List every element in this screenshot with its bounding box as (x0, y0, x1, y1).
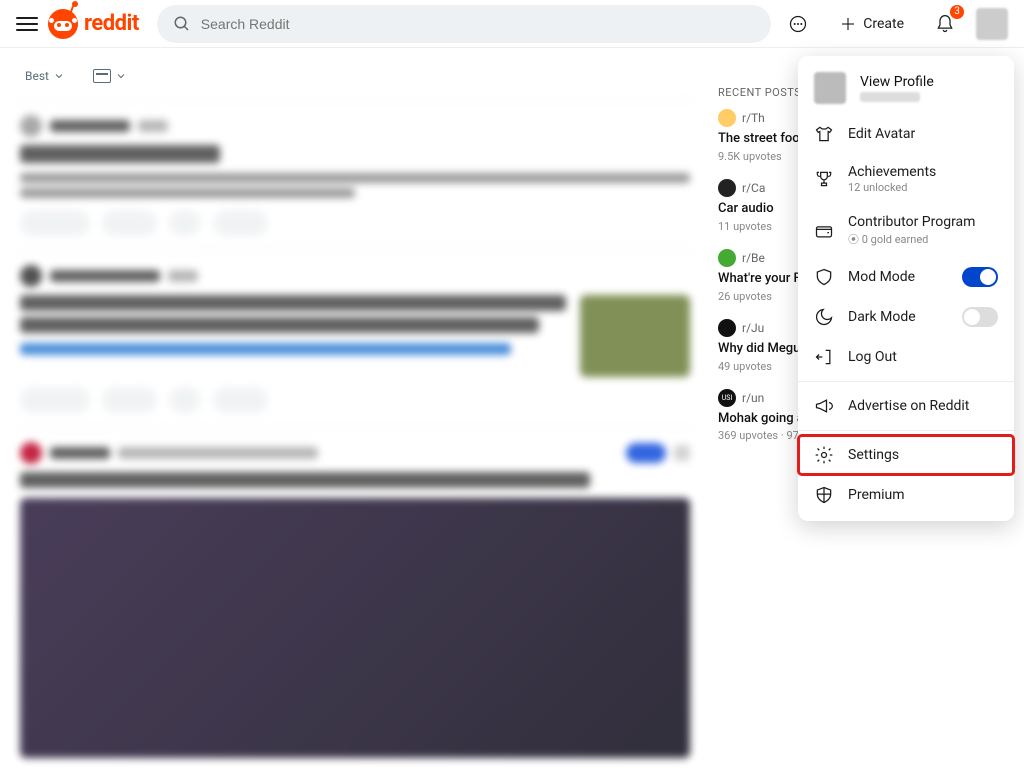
menu-achievements[interactable]: Achievements 12 unlocked (798, 154, 1014, 204)
moon-icon (814, 307, 834, 327)
logout-icon (814, 347, 834, 367)
menu-mod-mode[interactable]: Mod Mode (798, 257, 1014, 297)
dark-mode-toggle[interactable] (962, 307, 998, 327)
menu-contributor[interactable]: Contributor Program ⦿ 0 gold earned (798, 204, 1014, 257)
logo-text: reddit (84, 11, 139, 36)
header-actions: Create 3 (781, 7, 1008, 41)
mod-mode-toggle[interactable] (962, 267, 998, 287)
menu-settings[interactable]: Settings (798, 435, 1014, 475)
menu-separator (798, 381, 1014, 382)
menu-log-out[interactable]: Log Out (798, 337, 1014, 377)
chat-icon (788, 14, 808, 34)
app-header: reddit Create 3 (0, 0, 1024, 48)
chevron-down-icon (115, 70, 127, 82)
notification-badge: 3 (950, 5, 964, 19)
view-mode-button[interactable] (84, 64, 136, 88)
menu-toggle-icon[interactable] (16, 13, 38, 35)
menu-premium[interactable]: Premium (798, 475, 1014, 515)
gear-icon (814, 445, 834, 465)
shield-icon (814, 267, 834, 287)
premium-shield-icon (814, 485, 834, 505)
main-feed: Best (16, 56, 694, 772)
sort-bar: Best (16, 56, 694, 100)
chevron-down-icon (53, 70, 65, 82)
sort-best-button[interactable]: Best (16, 64, 74, 88)
trophy-icon (814, 169, 834, 189)
search-bar[interactable] (157, 5, 771, 43)
user-avatar[interactable] (976, 8, 1008, 40)
chat-button[interactable] (781, 7, 815, 41)
user-menu: View Profile Edit Avatar Achievements 12… (798, 56, 1014, 521)
megaphone-icon (814, 396, 834, 416)
reddit-logo[interactable]: reddit (48, 9, 139, 39)
feed-blurred (16, 100, 694, 772)
menu-edit-avatar[interactable]: Edit Avatar (798, 114, 1014, 154)
wallet-icon (814, 221, 834, 241)
menu-advertise[interactable]: Advertise on Reddit (798, 386, 1014, 426)
menu-dark-mode[interactable]: Dark Mode (798, 297, 1014, 337)
avatar-icon (814, 72, 846, 104)
shirt-icon (814, 124, 834, 144)
plus-icon (839, 15, 857, 33)
menu-separator (798, 430, 1014, 431)
search-icon (173, 15, 191, 33)
create-button[interactable]: Create (829, 9, 914, 39)
card-view-icon (93, 69, 111, 83)
search-input[interactable] (201, 16, 755, 32)
notifications-button[interactable]: 3 (928, 7, 962, 41)
menu-view-profile[interactable]: View Profile (798, 62, 1014, 114)
create-label: Create (863, 16, 904, 32)
username-placeholder (860, 92, 920, 102)
